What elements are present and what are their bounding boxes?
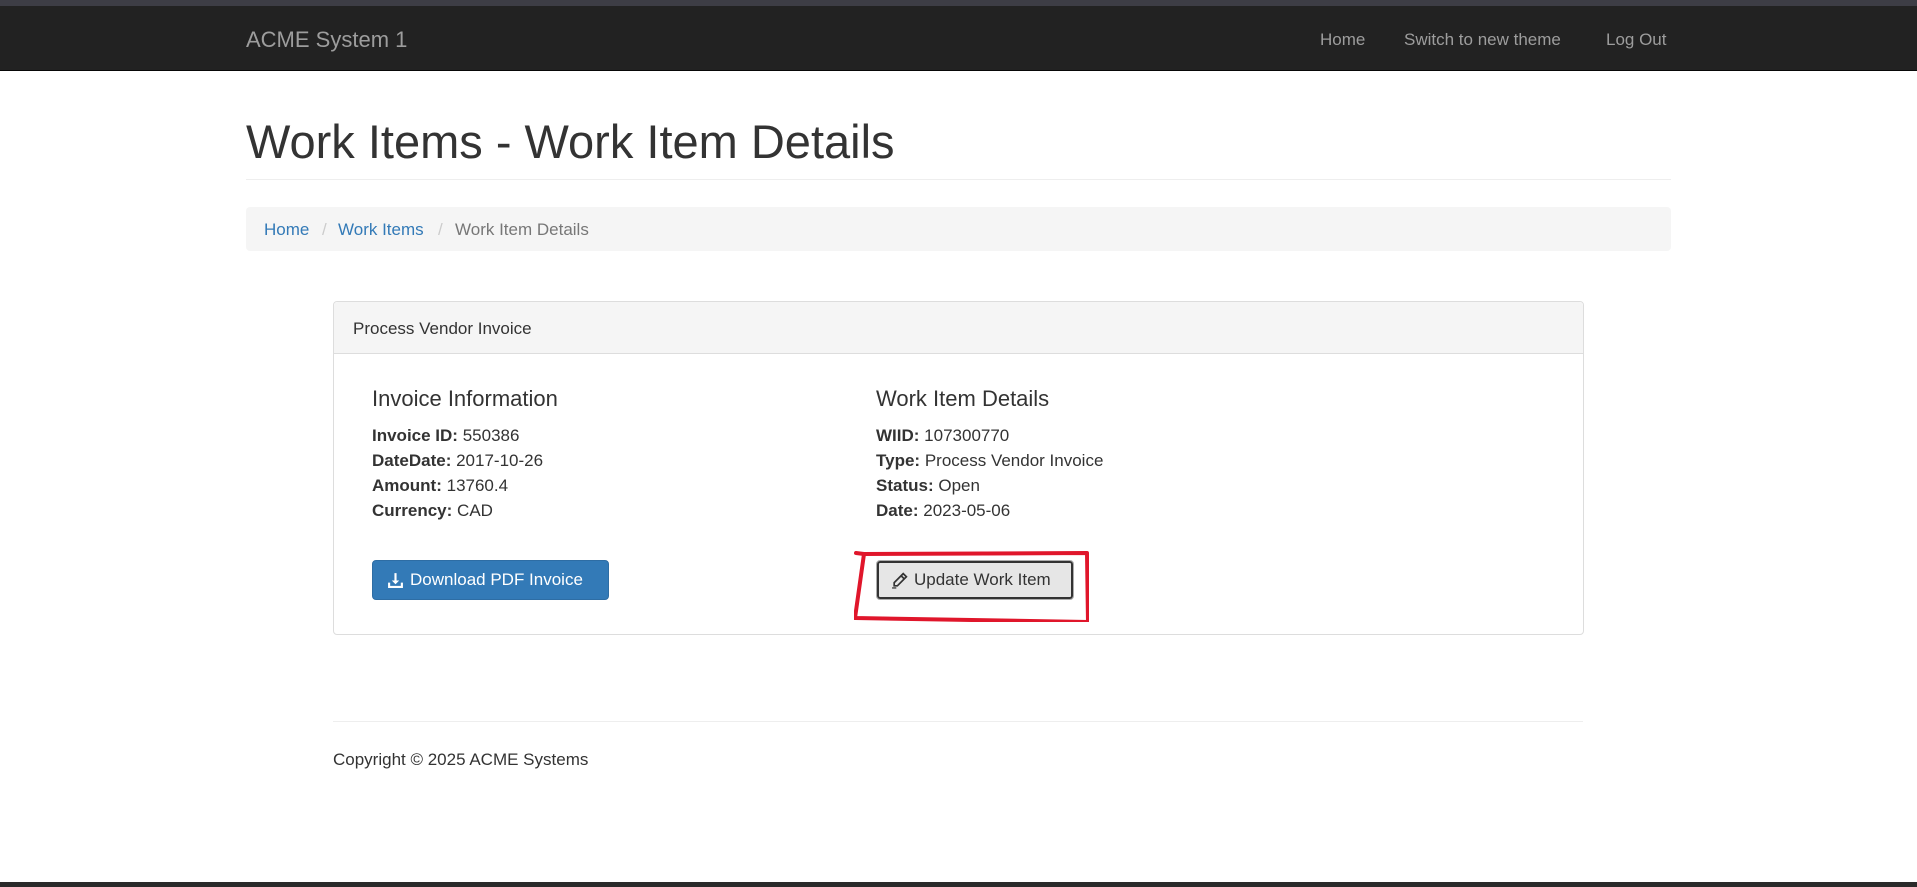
annotation-highlight: [854, 551, 1089, 622]
nav-logout-link[interactable]: Log Out: [1606, 30, 1667, 50]
panel-title: Process Vendor Invoice: [353, 319, 532, 338]
breadcrumb-current: Work Item Details: [455, 220, 589, 239]
invoice-date-label: DateDate:: [372, 451, 452, 470]
status-label: Status:: [876, 476, 934, 495]
download-icon: [387, 572, 404, 589]
invoice-amount-field: Amount: 13760.4: [372, 476, 508, 496]
invoice-id-label: Invoice ID:: [372, 426, 458, 445]
nav-home-link[interactable]: Home: [1320, 30, 1365, 50]
top-navbar: ACME System 1 Home Switch to new theme L…: [0, 6, 1917, 71]
breadcrumb-separator: /: [322, 220, 327, 239]
brand-link[interactable]: ACME System 1: [246, 27, 407, 53]
date-label: Date:: [876, 501, 919, 520]
wiid-value: 107300770: [924, 426, 1010, 445]
download-pdf-invoice-button[interactable]: Download PDF Invoice: [372, 560, 609, 600]
panel-heading: Process Vendor Invoice: [334, 302, 1583, 354]
window-bottom-strip: [0, 882, 1917, 887]
work-item-details-title: Work Item Details: [876, 386, 1050, 411]
date-value: 2023-05-06: [923, 501, 1011, 520]
type-field: Type: Process Vendor Invoice: [876, 451, 1103, 471]
invoice-currency-field: Currency: CAD: [372, 501, 493, 521]
page-title: Work Items - Work Item Details: [246, 115, 895, 168]
invoice-amount-value: 13760.4: [446, 476, 509, 495]
status-field: Status: Open: [876, 476, 980, 496]
breadcrumb-work-items-link[interactable]: Work Items: [338, 220, 424, 240]
invoice-id-field: Invoice ID: 550386: [372, 426, 519, 446]
title-divider: [246, 179, 1671, 180]
date-field: Date: 2023-05-06: [876, 501, 1010, 521]
breadcrumb-separator: /: [438, 220, 443, 239]
wiid-field: WIID: 107300770: [876, 426, 1009, 446]
invoice-info-title: Invoice Information: [372, 386, 558, 411]
breadcrumb-home-link[interactable]: Home: [264, 220, 309, 240]
wiid-label: WIID:: [876, 426, 920, 445]
invoice-currency-label: Currency:: [372, 501, 453, 520]
nav-switch-theme-link[interactable]: Switch to new theme: [1404, 30, 1561, 50]
breadcrumb: Home / Work Items / Work Item Details: [246, 207, 1671, 251]
type-label: Type:: [876, 451, 921, 470]
invoice-amount-label: Amount:: [372, 476, 442, 495]
footer-divider: [333, 721, 1583, 722]
footer-copyright: Copyright © 2025 ACME Systems: [333, 750, 589, 769]
status-value: Open: [938, 476, 980, 495]
type-value: Process Vendor Invoice: [924, 451, 1104, 470]
download-button-label: Download PDF Invoice: [410, 570, 583, 589]
invoice-date-field: DateDate: 2017-10-26: [372, 451, 543, 471]
invoice-date-value: 2017-10-26: [456, 451, 544, 470]
invoice-currency-value: CAD: [457, 501, 493, 520]
invoice-id-value: 550386: [462, 426, 520, 445]
